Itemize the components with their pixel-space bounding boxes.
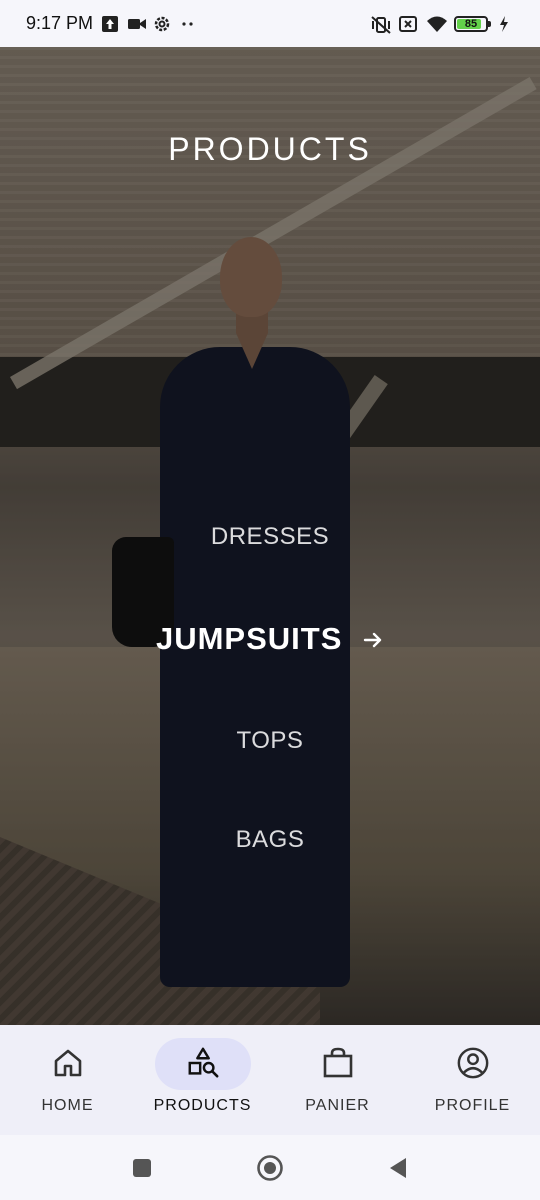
status-bar-left: 9:17 PM [26,13,197,34]
wifi-icon [426,15,447,33]
category-label: JUMPSUITS [155,621,343,656]
nav-label: PRODUCTS [153,1097,252,1114]
category-hero: PRODUCTS DRESSES JUMPSUITS TOPS BAGS [0,47,540,1025]
nav-item-home[interactable]: HOME [0,1025,135,1135]
category-dresses[interactable]: DRESSES [0,523,540,551]
page-title: PRODUCTS [168,131,372,167]
bottom-navigation: HOME PRODUCTS PANIER PROFILE [0,1025,540,1135]
status-time: 9:17 PM [26,13,94,33]
arrow-right-icon [362,623,384,659]
charging-bolt-icon [498,15,516,33]
more-notifications-icon [179,15,197,33]
nav-label: PROFILE [434,1097,511,1114]
category-tops[interactable]: TOPS [0,727,540,755]
back-button[interactable] [383,1153,413,1183]
home-system-button[interactable] [255,1153,285,1183]
category-label: TOPS [236,727,304,754]
category-jumpsuits[interactable]: JUMPSUITS [0,621,540,659]
home-icon [51,1046,85,1080]
shopping-bag-icon [321,1046,355,1080]
category-label: BAGS [235,826,305,853]
nav-item-products[interactable]: PRODUCTS [135,1025,270,1135]
nav-label: HOME [41,1097,94,1114]
nav-item-profile[interactable]: PROFILE [405,1025,540,1135]
upload-notification-icon [101,15,119,33]
recents-button[interactable] [127,1153,157,1183]
status-bar: 9:17 PM 85 [0,0,540,47]
shapes-search-icon [186,1046,220,1080]
square-icon [133,1158,151,1177]
settings-gear-icon [153,15,171,33]
category-label: DRESSES [210,523,330,550]
nav-item-panier[interactable]: PANIER [270,1025,405,1135]
battery-percent: 85 [464,17,478,30]
account-circle-icon [456,1046,490,1080]
vibrate-off-icon [370,15,391,34]
battery-indicator: 85 [454,15,491,32]
video-camera-icon [127,15,147,33]
no-sim-icon [398,15,417,33]
category-bags[interactable]: BAGS [0,826,540,854]
status-bar-right: 85 [370,15,516,34]
nav-label: PANIER [305,1097,370,1114]
system-navigation-bar [0,1135,540,1200]
back-triangle-icon [390,1157,406,1178]
circle-home-icon [257,1154,283,1181]
